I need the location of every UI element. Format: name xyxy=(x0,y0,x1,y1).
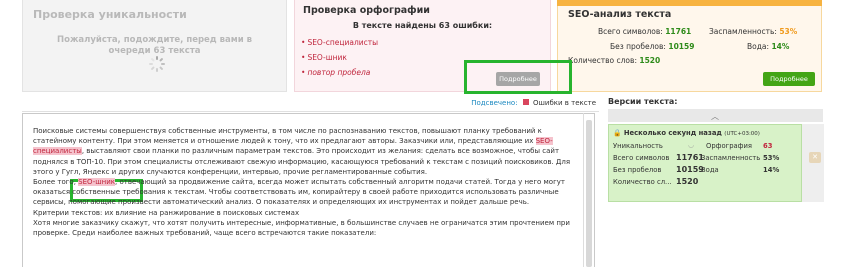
delete-version-icon[interactable]: ✕ xyxy=(809,152,821,163)
version-spam-label: Заспамленность xyxy=(701,154,761,162)
version-spell-label: Орфография xyxy=(706,142,753,150)
legend-label: Ошибки в тексте xyxy=(533,99,596,107)
seo-words-row: Количество слов: 1520 xyxy=(568,56,661,65)
versions-collapse-button[interactable]: ︿ xyxy=(608,109,823,122)
version-nospace-label: Без пробелов xyxy=(613,166,662,174)
version-spell-value: 63 xyxy=(763,142,773,150)
versions-title: Версии текста: xyxy=(608,97,678,106)
version-loading-icon: ◡ xyxy=(688,141,694,149)
paragraph: Хотя многие заказчику скажут, что хотят … xyxy=(33,218,570,238)
uniqueness-title: Проверка уникальности xyxy=(33,8,187,21)
paragraph: Более того, SEO-шник, отвечающий за прод… xyxy=(33,178,565,207)
loading-spinner-icon xyxy=(149,56,165,72)
seo-chars-row: Всего символов: 11761 xyxy=(598,27,692,36)
seo-more-button[interactable]: Подробнее xyxy=(763,72,815,86)
highlight-box xyxy=(464,60,572,94)
version-water-label: Вода xyxy=(701,166,719,174)
seo-spam-row: Заспамленность: 53% xyxy=(709,27,798,36)
seo-panel: SEO-анализ текста Всего символов: 11761 … xyxy=(557,0,822,92)
paragraph: Поисковые системы совершенствуя собствен… xyxy=(33,127,571,176)
version-chars-value: 11761 xyxy=(676,153,704,162)
app-root: Проверка уникальности Пожалуйста, подожд… xyxy=(0,0,845,267)
chevron-up-icon: ︿ xyxy=(711,112,719,121)
text-editor[interactable]: Поисковые системы совершенствуя собствен… xyxy=(22,113,595,267)
version-side-bar xyxy=(802,124,824,202)
seo-title: SEO-анализ текста xyxy=(568,9,672,20)
highlight-link[interactable]: Подсвечено: xyxy=(471,99,517,107)
paragraph: Критерии текстов: их влияние на ранжиров… xyxy=(33,208,300,217)
version-uniq-label: Уникальность xyxy=(613,142,663,150)
version-card[interactable]: 🔒 Несколько секунд назад (UTC+03:00) Уни… xyxy=(608,124,802,202)
spelling-title: Проверка орфографии xyxy=(303,5,430,16)
spelling-error-item[interactable]: • SEO-специалисты xyxy=(301,35,550,50)
version-words-value: 1520 xyxy=(676,177,699,186)
version-chars-label: Всего символов xyxy=(613,154,670,162)
editor-toolbar: Подсвечено: Ошибки в тексте xyxy=(22,96,599,112)
version-header: 🔒 Несколько секунд назад (UTC+03:00) xyxy=(613,129,760,137)
seo-nospace-row: Без пробелов: 10159 xyxy=(610,42,695,51)
lock-icon: 🔒 xyxy=(613,129,622,137)
version-words-label: Количество сл... xyxy=(613,178,672,186)
highlight-legend: Подсвечено: Ошибки в тексте xyxy=(471,99,596,107)
error-color-square-icon xyxy=(522,99,529,105)
scrollbar-thumb[interactable] xyxy=(586,120,592,267)
spelling-found: В тексте найдены 63 ошибки: xyxy=(352,21,493,30)
uniqueness-panel: Проверка уникальности Пожалуйста, подожд… xyxy=(22,0,287,92)
version-water-value: 14% xyxy=(763,166,780,174)
seo-water-row: Вода: 14% xyxy=(747,42,790,51)
queue-message: Пожалуйста, подождите, перед вами в очер… xyxy=(56,35,252,56)
version-nospace-value: 10159 xyxy=(676,165,704,174)
error-highlight[interactable]: SEO-шник xyxy=(78,178,116,187)
version-spam-value: 53% xyxy=(763,154,780,162)
